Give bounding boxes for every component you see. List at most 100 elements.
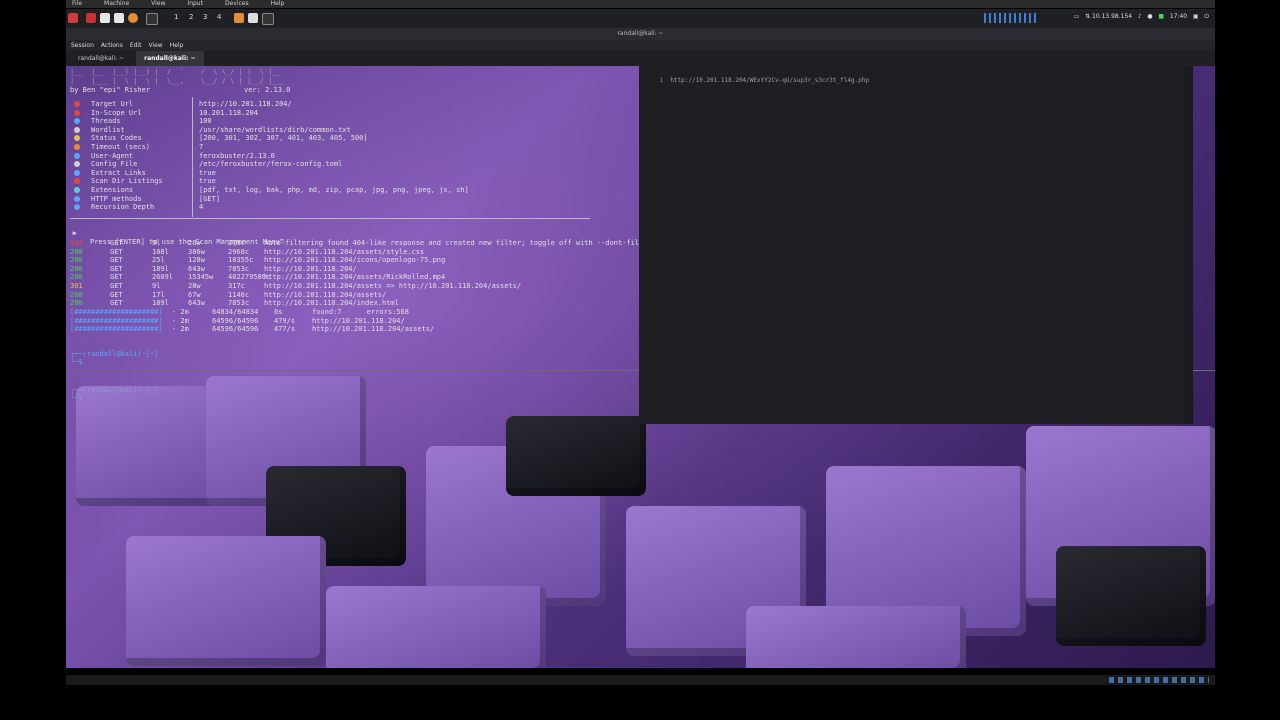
config-row: Threads 100 [70,117,590,126]
result-url: Auto-filtering found 404-like response a… [264,239,652,247]
result-status: 200 [70,290,83,299]
config-key: HTTP methods [91,194,142,203]
result-status: 200 [70,256,83,265]
power-icon[interactable]: ⏻ [1204,13,1209,20]
result-status: 403 [70,239,83,247]
config-icon [74,152,80,159]
vm-menu-file[interactable]: File [72,0,82,7]
result-row: 403 GET 9l 28w 279c Auto-filtering found 404-… [68,239,688,248]
prompt-2-cursor[interactable]: └─$ [68,386,268,402]
config-value: true [199,168,216,177]
workspace-1[interactable]: 1 [174,13,178,21]
terminal-small-icon[interactable] [262,13,274,25]
terminal-icon[interactable] [146,13,158,25]
terminal-menubar: Session Actions Edit View Help [66,40,1215,51]
config-icon [74,204,80,211]
editor-line[interactable]: 1 http://10.201.118.204/WExYY2Cv-qU/sup3… [645,70,869,91]
prompt-cursor-line: └─$ [70,394,87,402]
vm-menu-help[interactable]: Help [271,0,285,7]
battery-icon[interactable]: ■ [1158,13,1164,20]
config-icon [74,144,80,150]
result-lines: 189l [152,264,169,273]
vm-menu-devices[interactable]: Devices [225,0,249,7]
tab-2[interactable]: randall@kali: ~ [136,51,204,66]
progress-extra: found:7 errors:568 [312,308,409,316]
config-row: HTTP methods [GET] [70,195,590,204]
clock[interactable]: 17:40 [1170,13,1187,20]
firefox-icon[interactable] [128,13,138,23]
tab-1[interactable]: randall@kali: ~ [70,51,132,66]
result-url: http://10.201.118.204/ [264,264,357,273]
volume-icon[interactable]: ♪ [1138,13,1142,20]
workspace-2[interactable]: 2 [189,13,193,21]
menu-edit[interactable]: Edit [130,42,142,49]
red-app-icon[interactable] [86,13,96,23]
lock-icon[interactable]: ▣ [1193,13,1199,20]
menu-view[interactable]: View [148,42,162,49]
workspace-4[interactable]: 4 [217,13,221,21]
result-method: GET [110,247,123,256]
result-row: 200 GET 189l 643w 7853c http://10.201.118.204… [68,265,688,274]
wallpaper-cube [1056,546,1206,646]
vm-menu-machine[interactable]: Machine [104,0,129,7]
result-url: http://10.201.118.204/assets/style.css [264,247,425,256]
result-url: http://10.201.118.204/assets/RickRolled.… [264,273,446,282]
config-row: Extensions [pdf, txt, log, bak, php, md, … [70,186,590,195]
notification-icon[interactable]: ● [1147,13,1152,20]
result-chars: 7853c [228,264,250,273]
result-url: http://10.201.118.204/assets/ [264,290,387,299]
network-icon[interactable]: ⇅ [1085,13,1090,20]
config-icon [74,195,80,202]
window-titlebar[interactable]: randall@kali: ~ [66,28,1215,40]
cpu-graph [984,13,1036,23]
menu-actions[interactable]: Actions [101,42,123,49]
editor-scrollbar[interactable] [1183,66,1193,424]
kali-menu-icon[interactable] [68,13,78,23]
menu-help[interactable]: Help [170,42,184,49]
vm-menu-input[interactable]: Input [187,0,203,7]
config-row: Config File/etc/feroxbuster/ferox-config… [70,160,590,169]
screenshot-icon[interactable] [248,13,258,23]
result-words: 67w [188,290,201,299]
result-lines: 189l [152,299,169,308]
burp-icon[interactable] [234,13,244,23]
config-value: feroxbuster/2.13.0 [199,151,275,160]
config-row: Wordlist/usr/share/wordlists/dirb/common… [70,126,590,135]
vm-menu-view[interactable]: View [151,0,165,7]
result-method: GET [110,273,123,282]
result-url: http://10.201.118.204/icons/openlogo-75.… [264,256,446,265]
config-value: 100 [199,117,212,126]
vm-status-icons [1109,677,1209,683]
result-row: 200 GET 189l 643w 7853c http://10.201.118.204… [68,299,688,308]
wallpaper-cube [746,606,966,668]
result-method: GET [110,282,123,290]
config-icon [74,187,80,193]
result-method: GET [110,264,123,273]
workspace-3[interactable]: 3 [203,13,207,21]
prompt-1-cursor[interactable]: └─$ [68,350,268,366]
config-key: Threads [91,117,121,126]
config-key: Target Url [91,100,134,108]
config-row: User-Agent feroxbuster/2.13.0 [70,152,590,161]
banner-art-2: | |___ | \ | \ | \__, \__/ / \ | |__/ |_… [70,77,285,85]
config-key: Recursion Depth [91,203,155,212]
progress-bar: [####################] [70,325,163,334]
document-icon[interactable] [114,13,124,23]
config-key: Extensions [91,186,134,194]
config-row: In-Scope Url 10.201.118.204 [70,109,590,118]
progress-bar: [####################] [70,308,163,316]
editor-pane[interactable]: 1 http://10.201.118.204/WExYY2Cv-qU/sup3… [639,66,1193,424]
progress-row: [####################] - 2m 64834/64834 0s f… [68,308,488,317]
config-table: Target Url http://10.201.118.204/In-Scope… [70,100,590,217]
prompt-cursor-line: └─$ [70,358,87,366]
config-row: Recursion Depth 4 [70,203,590,212]
wallpaper-cube [76,386,226,506]
vm-menubar: File Machine View Input Devices Help [66,0,1215,8]
menu-session[interactable]: Session [71,42,94,49]
folder-icon[interactable] [100,13,110,23]
result-words: 386w [188,247,205,256]
display-icon[interactable]: ▭ [1074,13,1080,20]
result-row: 301 GET 9l 28w 317c http://10.201.118.204/ass… [68,282,688,291]
result-status: 200 [70,247,83,256]
progress-count: 64596/64596 [212,316,259,325]
